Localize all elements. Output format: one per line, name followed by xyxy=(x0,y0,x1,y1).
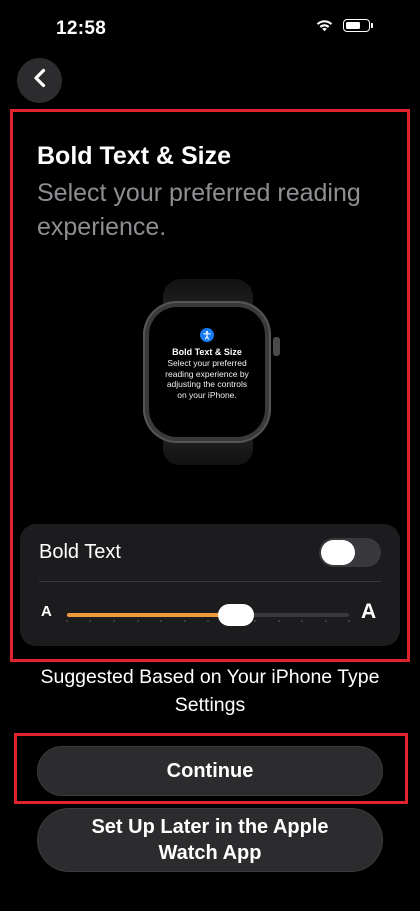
accessibility-icon xyxy=(200,328,214,342)
watch-crown xyxy=(273,337,280,356)
continue-button[interactable]: Continue xyxy=(37,746,383,796)
watch-body: Select your preferred reading experience… xyxy=(165,358,249,400)
back-button[interactable] xyxy=(17,58,62,103)
slider-tick xyxy=(348,620,350,622)
slider-tick xyxy=(159,620,162,622)
slider-tick xyxy=(253,620,256,622)
slider-ticks xyxy=(66,620,350,623)
status-time: 12:58 xyxy=(56,18,107,39)
card-divider xyxy=(39,581,381,582)
battery-nub xyxy=(371,22,373,28)
slider-tick xyxy=(301,620,303,622)
wifi-icon xyxy=(315,18,334,32)
controls-card: Bold Text A A xyxy=(20,524,400,646)
slider-tick xyxy=(66,620,68,622)
slider-tick xyxy=(112,620,115,622)
slider-tick xyxy=(277,620,280,622)
watch-illustration: Bold Text & Size Select your preferred r… xyxy=(136,279,284,465)
slider-fill xyxy=(67,613,237,617)
text-size-large-label: A xyxy=(361,600,377,623)
page-title: Bold Text & Size xyxy=(37,142,232,170)
suggestion-note: Suggested Based on Your iPhone Type Sett… xyxy=(40,666,380,716)
toggle-knob xyxy=(321,540,355,565)
slider-tick xyxy=(324,620,327,622)
bold-text-label: Bold Text xyxy=(39,541,121,563)
slider-tick xyxy=(136,620,139,622)
chevron-left-icon xyxy=(32,68,48,93)
page-subtitle: Select your preferred reading experience… xyxy=(37,179,361,241)
slider-thumb[interactable] xyxy=(218,604,255,626)
bold-text-toggle[interactable] xyxy=(319,538,381,567)
battery-icon xyxy=(343,18,373,32)
slider-tick xyxy=(207,620,209,622)
slider-tick xyxy=(89,620,92,622)
status-icons xyxy=(315,18,373,32)
slider-tick xyxy=(183,620,186,622)
watch-case: Bold Text & Size Select your preferred r… xyxy=(143,301,271,443)
battery-fill xyxy=(346,21,360,29)
text-size-small-label: A xyxy=(41,603,52,620)
text-size-slider[interactable] xyxy=(66,604,350,626)
setup-later-button[interactable]: Set Up Later in the Apple Watch App xyxy=(37,808,383,872)
watch-screen: Bold Text & Size Select your preferred r… xyxy=(149,307,265,437)
watch-title: Bold Text & Size xyxy=(172,347,242,357)
status-bar: 12:58 xyxy=(0,0,420,56)
